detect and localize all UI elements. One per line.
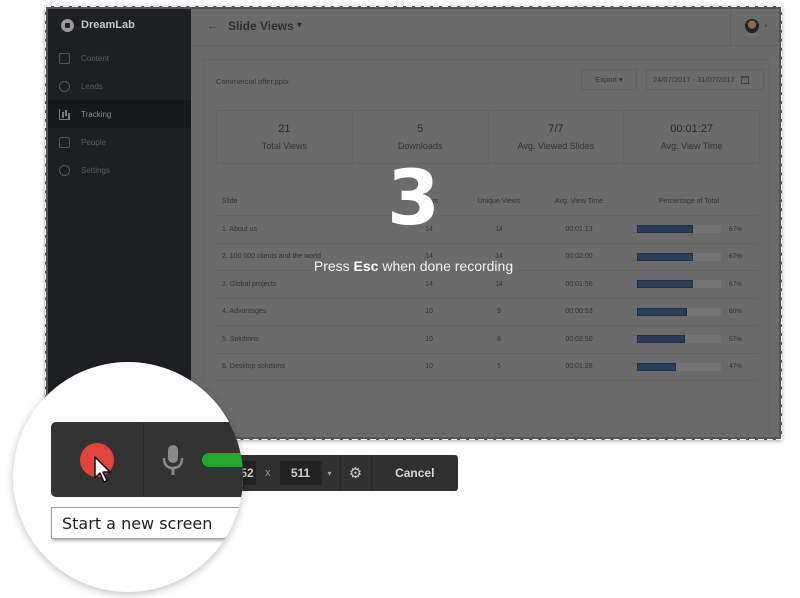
height-input[interactable]: 511 xyxy=(279,461,322,485)
sidebar-item-label: Leads xyxy=(81,81,103,91)
stats-row: 21 Total Views 5 Downloads 7/7 Avg. View… xyxy=(216,110,760,164)
dimension-separator: x xyxy=(265,467,271,479)
cell-views: 10 xyxy=(425,363,433,371)
stat-label: Total Views xyxy=(261,141,308,151)
cancel-button[interactable]: Cancel xyxy=(372,455,458,491)
cell-percentage: 67% xyxy=(619,280,759,289)
percentage-label: 67% xyxy=(729,280,743,288)
mouse-cursor-icon xyxy=(94,456,111,483)
size-preset-dropdown[interactable]: ▾ xyxy=(328,469,332,478)
recording-toolbar: 52 x 511 ▾ ⚙ Cancel xyxy=(222,455,458,491)
stat-avg-viewed-slides: 7/7 Avg. Viewed Slides xyxy=(487,110,625,164)
percentage-bar-track xyxy=(637,362,721,371)
cell-percentage: 57% xyxy=(619,335,759,344)
microphone-toggle[interactable] xyxy=(202,452,243,467)
table-row[interactable]: 5. Solutions 10 8 00:02:50 57% xyxy=(214,326,759,354)
gear-icon: ⚙ xyxy=(348,465,363,482)
stat-value: 00:01:27 xyxy=(670,123,714,135)
settings-button[interactable]: ⚙ xyxy=(341,455,371,491)
cell-unique-views: 8 xyxy=(497,335,501,343)
cell-unique-views: 9 xyxy=(497,308,501,316)
percentage-label: 57% xyxy=(729,335,743,343)
percentage-bar-track xyxy=(637,335,721,344)
analytics-card: Commercial offer.pptx Export ▾ 24/07/201… xyxy=(203,59,770,434)
table-row[interactable]: 3. Global projects 14 14 00:01:56 67% xyxy=(214,271,759,299)
chart-icon xyxy=(59,108,70,120)
sidebar-item-leads[interactable]: Leads xyxy=(45,72,191,100)
sidebar-item-people[interactable]: People xyxy=(45,128,191,156)
export-button[interactable]: Export ▾ xyxy=(581,69,637,90)
user-menu[interactable]: ▾ xyxy=(730,6,782,46)
percentage-bar-fill xyxy=(637,335,685,344)
date-range-picker[interactable]: 24/07/2017 - 31/07/2017 xyxy=(646,69,764,90)
record-tooltip: Start a new screen xyxy=(51,507,243,539)
stat-label: Avg. Viewed Slides xyxy=(517,141,595,151)
top-bar: ← Slide Views ▾ ▾ xyxy=(191,6,782,46)
table-row[interactable]: 4. Advantages 10 9 00:00:53 60% xyxy=(214,299,759,326)
cell-slide: 4. Advantages xyxy=(222,308,267,316)
brand[interactable]: DreamLab xyxy=(45,6,191,44)
cell-avg-view-time: 00:02:50 xyxy=(565,335,593,343)
stat-label: Avg. View Time xyxy=(660,141,723,151)
back-arrow-icon[interactable]: ← xyxy=(207,20,218,32)
cell-views: 14 xyxy=(425,280,433,288)
cell-percentage: 47% xyxy=(619,362,759,371)
cell-avg-view-time: 00:01:28 xyxy=(565,363,593,371)
stat-avg-view-time: 00:01:27 Avg. View Time xyxy=(623,110,760,164)
record-button[interactable] xyxy=(51,422,143,497)
microphone-icon xyxy=(163,444,184,475)
file-icon xyxy=(59,52,70,64)
cell-slide: 5. Solutions xyxy=(222,335,259,343)
microphone-button[interactable] xyxy=(144,422,202,497)
cell-avg-view-time: 00:01:56 xyxy=(565,280,593,288)
percentage-label: 47% xyxy=(729,363,743,371)
countdown-hint: Press Esc when done recording xyxy=(45,258,782,274)
stat-value: 5 xyxy=(417,123,424,135)
hint-suffix: when done recording xyxy=(378,258,514,274)
percentage-bar-fill xyxy=(637,362,677,371)
calendar-icon xyxy=(740,75,749,84)
percentage-bar-fill xyxy=(637,307,688,316)
magnifier-callout: Start a new screen xyxy=(13,362,243,592)
percentage-bar-track xyxy=(637,307,721,316)
table-row[interactable]: 6. Desktop solutions 10 5 00:01:28 47% xyxy=(214,354,759,381)
people-icon xyxy=(59,136,70,148)
stat-value: 21 xyxy=(278,123,291,135)
sidebar-item-label: Content xyxy=(81,53,110,63)
brand-name: DreamLab xyxy=(81,19,135,31)
sidebar-item-label: Tracking xyxy=(81,109,112,119)
page-title[interactable]: Slide Views xyxy=(228,19,294,33)
cell-percentage: 60% xyxy=(619,307,759,316)
hint-prefix: Press xyxy=(313,258,354,274)
countdown-number: 3 xyxy=(387,153,440,242)
user-circle-icon xyxy=(59,80,70,92)
cell-unique-views: 5 xyxy=(497,363,501,371)
sidebar-item-label: People xyxy=(81,137,106,147)
chevron-down-icon[interactable]: ▾ xyxy=(297,20,302,31)
cell-views: 10 xyxy=(425,308,433,316)
magnified-toolbar xyxy=(51,422,243,497)
date-range-value: 24/07/2017 - 31/07/2017 xyxy=(653,75,735,84)
sidebar-item-tracking[interactable]: Tracking xyxy=(45,100,191,128)
dreamlab-logo-icon xyxy=(61,18,74,32)
file-name: Commercial offer.pptx xyxy=(216,77,289,86)
percentage-label: 60% xyxy=(729,308,743,316)
percentage-bar-track xyxy=(637,280,721,289)
chevron-down-icon[interactable]: ▾ xyxy=(764,22,768,30)
stat-label: Downloads xyxy=(397,141,443,151)
cell-slide: 3. Global projects xyxy=(222,280,277,288)
cell-views: 10 xyxy=(425,335,433,343)
stat-value: 7/7 xyxy=(548,123,564,135)
cell-unique-views: 14 xyxy=(495,280,503,288)
percentage-bar-fill xyxy=(637,280,694,289)
avatar[interactable] xyxy=(745,19,760,33)
cell-avg-view-time: 00:00:53 xyxy=(565,308,593,316)
stat-total-views: 21 Total Views xyxy=(216,110,353,164)
hint-key: Esc xyxy=(353,258,379,274)
sidebar-item-content[interactable]: Content xyxy=(45,44,191,72)
